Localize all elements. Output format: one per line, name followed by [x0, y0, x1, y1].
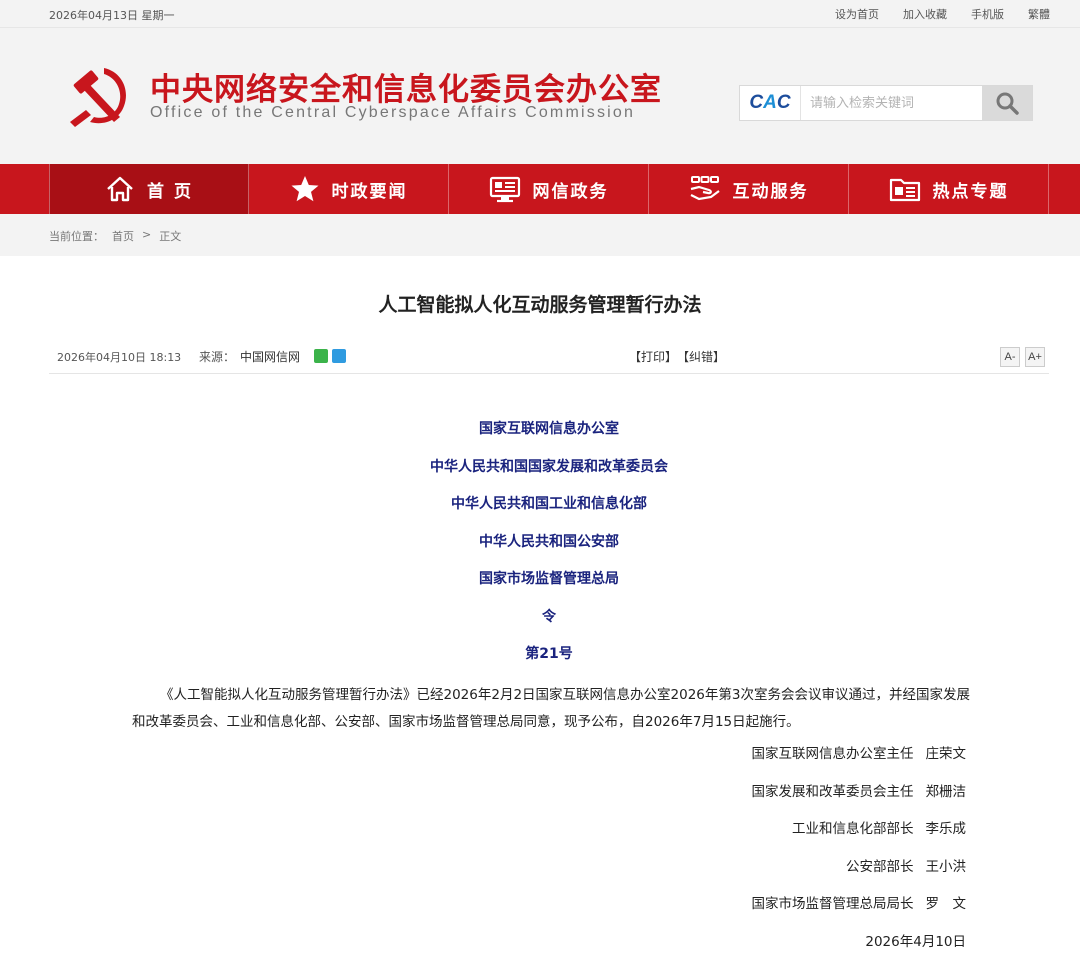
- publish-time: 2026年04月10日 18:13: [57, 351, 182, 364]
- nav-item-interactive-services[interactable]: 互动服务: [649, 164, 849, 214]
- signatory-line: 国家市场监督管理总局局长罗 文: [600, 893, 967, 931]
- traditional-chinese-link[interactable]: 繁體: [1028, 6, 1050, 22]
- nav-item-politics-news[interactable]: 时政要闻: [249, 164, 449, 214]
- folder-icon: [889, 178, 920, 202]
- article-title: 人工智能拟人化互动服务管理暂行办法: [378, 294, 702, 316]
- signatory-role: 公安部部长: [846, 858, 914, 875]
- signatory-role: 工业和信息化部部长: [792, 821, 914, 837]
- add-favorite-link[interactable]: 加入收藏: [903, 6, 947, 22]
- font-decrease-button[interactable]: A-: [1000, 347, 1020, 367]
- nav-item-home[interactable]: 首 页: [49, 164, 249, 214]
- site-header: 中央网络安全和信息化委员会办公室 Office of the Central C…: [0, 28, 1080, 164]
- main-nav: 首 页 时政要闻 网信政务 互动服务 热点专题: [0, 164, 1080, 214]
- star-icon: [291, 176, 318, 202]
- article-tools: 【打印】 【纠错】: [629, 348, 725, 365]
- source-name: 中国网信网: [240, 350, 301, 364]
- signatory-role: 国家发展和改革委员会主任: [751, 783, 914, 800]
- signatory-line: 国家互联网信息办公室主任 庄荣文: [600, 743, 967, 781]
- nav-item-label: 首 页: [147, 181, 193, 202]
- home-icon: [107, 176, 133, 202]
- search-input[interactable]: [802, 86, 982, 120]
- issuer-line: 中华人民共和国工业和信息化部: [451, 496, 647, 512]
- issuing-authorities: 国家互联网信息办公室 中华人民共和国国家发展和改革委员会 中华人民共和国工业和信…: [0, 418, 1080, 681]
- breadcrumb-home-link[interactable]: 首页: [112, 228, 134, 244]
- qzone-share-icon[interactable]: [332, 349, 346, 363]
- signatory-name: 郑栅洁: [925, 783, 967, 800]
- signatory-name: 李乐成: [925, 821, 967, 837]
- cac-logo-letter-2: A: [763, 92, 777, 113]
- signatory-line: 公安部部长 王小洪: [600, 856, 966, 894]
- article-body-paragraph: 《人工智能拟人化互动服务管理暂行办法》已经2026年2月2日国家互联网信息办公室…: [132, 687, 970, 730]
- signatory-role: 国家互联网信息办公室主任: [751, 746, 914, 762]
- share-buttons: [314, 349, 346, 363]
- monitor-icon: [489, 176, 520, 203]
- mobile-version-link[interactable]: 手机版: [971, 6, 1004, 22]
- issuer-line: 国家市场监督管理总局: [479, 571, 619, 587]
- nav-item-cyber-affairs[interactable]: 网信政务: [449, 164, 649, 214]
- site-title-en: Office of the Central Cyberspace Affairs…: [150, 104, 636, 121]
- cac-logo-letter-3: C: [776, 92, 791, 113]
- article-meta: 2026年04月10日 18:13 来源： 中国网信网 【打印】 【纠错】 A-…: [49, 342, 1049, 374]
- nav-item-label: 网信政务: [532, 181, 609, 202]
- order-number: 第21号: [525, 646, 573, 662]
- search-box: CAC: [739, 85, 1033, 121]
- set-homepage-link[interactable]: 设为首页: [835, 6, 879, 22]
- top-utility-bar: 2026年04月13日 星期一 设为首页 加入收藏 手机版 繁體: [0, 0, 1080, 28]
- search-icon: [996, 92, 1019, 115]
- font-increase-button[interactable]: A+: [1025, 347, 1045, 367]
- source-label: 来源：: [199, 350, 236, 364]
- wechat-share-icon[interactable]: [314, 349, 328, 363]
- breadcrumb-bar: 当前位置： 首页 > 正文: [0, 214, 1080, 256]
- signatory-line: 工业和信息化部部长 李乐成: [600, 818, 966, 856]
- signatory-line: 国家发展和改革委员会主任 郑栅洁: [600, 781, 967, 819]
- cac-logo-letter-1: C: [749, 92, 764, 113]
- signatory-name: 王小洪: [925, 858, 967, 875]
- issuer-line: 中华人民共和国国家发展和改革委员会: [430, 458, 668, 475]
- signatories: 国家互联网信息办公室主任 庄荣文 国家发展和改革委员会主任 郑栅洁 工业和信息化部部…: [600, 743, 967, 958]
- hammer-sickle-emblem-icon[interactable]: [64, 62, 134, 132]
- order-label: 令: [542, 608, 556, 625]
- nav-item-hot-topics[interactable]: 热点专题: [849, 164, 1049, 214]
- signatory-role: 国家市场监督管理总局局长: [751, 896, 914, 912]
- nav-item-label: 互动服务: [732, 181, 809, 202]
- breadcrumb-prefix: 当前位置：: [49, 230, 104, 243]
- utility-links: 设为首页 加入收藏 手机版 繁體: [811, 6, 1050, 22]
- nav-item-label: 热点专题: [932, 181, 1009, 202]
- search-button[interactable]: [982, 86, 1032, 120]
- print-link[interactable]: 【打印】: [629, 348, 677, 365]
- signatory-name: 庄荣文: [925, 746, 967, 762]
- breadcrumb-separator: >: [142, 228, 152, 241]
- breadcrumb: 当前位置： 首页 > 正文: [49, 228, 181, 244]
- signing-date: 2026年4月10日: [865, 933, 966, 950]
- correction-link[interactable]: 【纠错】: [677, 348, 725, 365]
- signatory-name: 罗 文: [925, 896, 967, 912]
- cac-logo: CAC: [740, 86, 801, 120]
- nav-item-label: 时政要闻: [331, 181, 408, 202]
- current-date: 2026年04月13日 星期一: [49, 9, 175, 22]
- site-title-cn: 中央网络安全和信息化委员会办公室: [150, 72, 662, 108]
- issuer-line: 国家互联网信息办公室: [479, 421, 619, 437]
- handshake-icon: [690, 176, 720, 201]
- breadcrumb-current: 正文: [159, 230, 182, 243]
- issuer-line: 中华人民共和国公安部: [479, 533, 619, 550]
